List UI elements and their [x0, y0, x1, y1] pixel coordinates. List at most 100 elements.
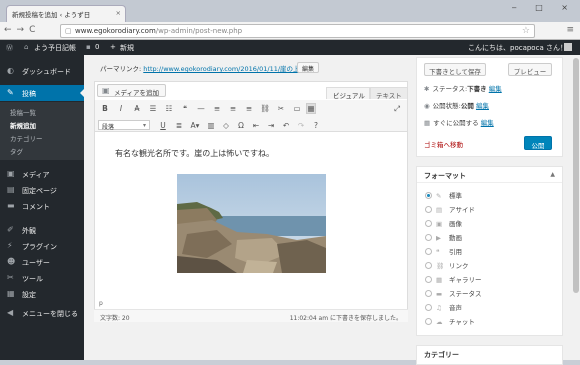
sidebar-item-users[interactable]: ☻ ユーザー — [0, 254, 84, 270]
scrollbar-thumb[interactable] — [573, 58, 579, 293]
format-option-video[interactable]: ▶ 動画 — [425, 232, 462, 242]
radio[interactable] — [425, 290, 432, 297]
format-option-chat[interactable]: ☁ チャット — [425, 316, 475, 326]
radio[interactable] — [425, 248, 432, 255]
collapse-arrow-icon[interactable]: ▲ — [550, 171, 555, 178]
sidebar-item-settings[interactable]: ▦ 設定 — [0, 286, 84, 302]
wordpress-logo-icon[interactable]: Ⓦ — [6, 43, 13, 53]
justify-icon[interactable]: ≣ — [174, 121, 184, 130]
sidebar-item-plugins[interactable]: ⚡ プラグイン — [0, 238, 84, 254]
avatar[interactable] — [564, 43, 572, 51]
publish-button[interactable]: 公開 — [524, 136, 552, 150]
format-option-aside[interactable]: ▤ アサイド — [425, 204, 475, 214]
help-icon[interactable]: ? — [311, 121, 321, 130]
media-icon: ▣ — [102, 86, 110, 95]
italic-icon[interactable]: I — [116, 104, 126, 113]
format-option-standard[interactable]: ✎ 標準 — [425, 190, 462, 200]
bookmark-star-icon[interactable]: ☆ — [522, 26, 530, 36]
format-box-title[interactable]: フォーマット ▲ — [417, 167, 562, 183]
submenu-add-new[interactable]: 新規追加 — [10, 120, 36, 130]
move-to-trash-link[interactable]: ゴミ箱へ移動 — [424, 139, 463, 149]
clear-formatting-icon[interactable]: ◇ — [221, 121, 231, 130]
fullscreen-icon[interactable]: ⤢ — [392, 104, 402, 114]
paste-text-icon[interactable]: ▥ — [206, 121, 216, 130]
coastal-rocks-photo[interactable] — [177, 174, 326, 273]
strikethrough-icon[interactable]: A̶ — [132, 104, 142, 113]
comments-count[interactable]: 0 — [95, 43, 99, 51]
toolbar-toggle-icon[interactable]: ▦ — [306, 103, 316, 114]
sidebar-item-tools[interactable]: ✂ ツール — [0, 270, 84, 286]
collapse-menu[interactable]: ◀ メニューを閉じる — [0, 305, 84, 321]
sidebar-item-appearance[interactable]: ✐ 外観 — [0, 222, 84, 238]
blockquote-icon[interactable]: ❝ — [180, 104, 190, 113]
preview-button[interactable]: プレビュー — [508, 63, 552, 76]
radio[interactable] — [425, 262, 432, 269]
permalink-edit-button[interactable]: 編集 — [297, 62, 320, 73]
schedule-edit-link[interactable]: 編集 — [481, 119, 494, 127]
radio[interactable] — [425, 304, 432, 311]
radio[interactable] — [425, 234, 432, 241]
align-right-icon[interactable]: ≡ — [244, 104, 254, 113]
status-edit-link[interactable]: 編集 — [489, 85, 502, 93]
radio-selected[interactable] — [425, 192, 432, 199]
bullet-list-icon[interactable]: ☰ — [148, 104, 158, 113]
sidebar-item-comments[interactable]: ▬ コメント — [0, 198, 84, 214]
radio[interactable] — [425, 276, 432, 283]
format-option-gallery[interactable]: ▦ ギャラリー — [425, 274, 482, 284]
paragraph-format-select[interactable]: 段落 ▾ — [98, 120, 150, 131]
radio[interactable] — [425, 220, 432, 227]
indent-icon[interactable]: ⇥ — [266, 121, 276, 130]
media-icon: ▣ — [7, 169, 15, 178]
visibility-edit-link[interactable]: 編集 — [476, 102, 489, 110]
visibility-row: ◉ 公開状態:公開 編集 — [424, 102, 489, 110]
submenu-all-posts[interactable]: 投稿一覧 — [10, 107, 36, 117]
underline-icon[interactable]: U — [158, 121, 168, 130]
editor-status-bar: 文字数: 20 11:02:04 am に下書きを保存しました。 — [94, 309, 408, 322]
new-content-link[interactable]: 新規 — [120, 43, 134, 53]
undo-icon[interactable]: ↶ — [281, 121, 291, 130]
outdent-icon[interactable]: ⇤ — [251, 121, 261, 130]
aside-icon: ▤ — [436, 206, 443, 214]
add-media-button[interactable]: ▣ メディアを追加 — [97, 84, 167, 97]
read-more-icon[interactable]: ▭ — [292, 104, 302, 113]
url-input[interactable]: ▢ www.egokorodiary.com/wp-admin/post-new… — [60, 24, 535, 38]
navigation-icons[interactable]: ←→C — [4, 25, 40, 35]
format-option-audio[interactable]: ♫ 音声 — [425, 302, 462, 312]
submenu-tags[interactable]: タグ — [10, 146, 23, 156]
format-option-quote[interactable]: ❝ 引用 — [425, 246, 462, 256]
redo-icon[interactable]: ↷ — [296, 121, 306, 130]
bold-icon[interactable]: B — [100, 104, 110, 113]
sidebar-item-media[interactable]: ▣ メディア — [0, 166, 84, 182]
post-content-text[interactable]: 有名な観光名所です。崖の上は怖いですね。 — [115, 148, 274, 159]
browser-tab[interactable]: 新規投稿を追加 ‹ ようず日 × — [6, 5, 126, 22]
plugin-icon: ⚡ — [7, 241, 13, 250]
close-icon[interactable]: × — [116, 9, 121, 17]
site-name-link[interactable]: よう予日記帳 — [34, 43, 76, 53]
radio[interactable] — [425, 206, 432, 213]
sidebar-item-pages[interactable]: ▤ 固定ページ — [0, 182, 84, 198]
greeting-text[interactable]: こんにちは、pocapoca さん！ — [468, 43, 567, 53]
save-draft-button[interactable]: 下書きとして保存 — [424, 63, 486, 76]
browser-menu-icon[interactable]: ≡ — [566, 25, 574, 35]
category-box-title[interactable]: カテゴリー — [416, 345, 563, 365]
unlink-icon[interactable]: ✂ — [276, 104, 286, 113]
text-color-icon[interactable]: A▾ — [190, 121, 200, 130]
permalink-url[interactable]: http://www.egokorodiary.com/2016/01/11/崖… — [143, 65, 301, 73]
format-option-status[interactable]: ▬ ステータス — [425, 288, 482, 298]
format-option-link[interactable]: ⛓ リンク — [425, 260, 469, 270]
numbered-list-icon[interactable]: ☷ — [164, 104, 174, 113]
submenu-categories[interactable]: カテゴリー — [10, 133, 43, 143]
align-left-icon[interactable]: ≡ — [212, 104, 222, 113]
tab-text[interactable]: テキスト — [370, 87, 408, 100]
sidebar-item-dashboard[interactable]: ◐ ダッシュボード — [0, 63, 84, 79]
horizontal-line-icon[interactable]: — — [196, 104, 206, 113]
special-character-icon[interactable]: Ω — [236, 121, 246, 130]
link-icon[interactable]: ⛓ — [260, 104, 270, 113]
tab-visual[interactable]: ビジュアル — [326, 87, 370, 100]
format-option-image[interactable]: ▣ 画像 — [425, 218, 462, 228]
window-controls[interactable]: ‒ □ × — [512, 3, 576, 12]
sidebar-item-posts[interactable]: ✎ 投稿 — [0, 85, 84, 101]
radio[interactable] — [425, 318, 432, 325]
comment-icon: ▬ — [7, 201, 15, 210]
align-center-icon[interactable]: ≡ — [228, 104, 238, 113]
